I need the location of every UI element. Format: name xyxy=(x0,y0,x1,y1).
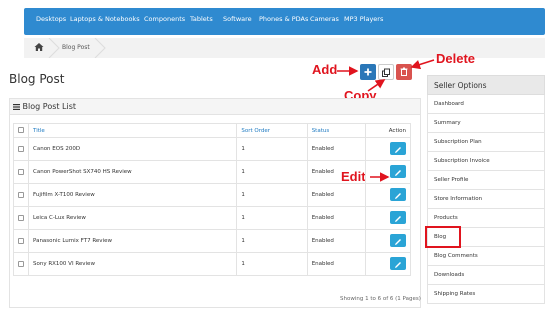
edit-button[interactable] xyxy=(390,210,406,224)
sidebar-item-subscription-invoice[interactable]: Subscription Invoice xyxy=(427,152,545,171)
row-checkbox[interactable] xyxy=(18,260,24,267)
pencil-icon xyxy=(395,215,401,222)
row-title: Sony RX100 VI Review xyxy=(27,252,238,276)
pencil-icon xyxy=(395,261,401,268)
row-select-cell xyxy=(13,206,29,230)
table-row: Fujifilm X-T100 Review 1 Enabled xyxy=(13,183,411,207)
row-checkbox[interactable] xyxy=(18,168,24,175)
sidebar-item-dashboard[interactable]: Dashboard xyxy=(427,95,545,114)
row-checkbox[interactable] xyxy=(18,237,24,244)
edit-button[interactable] xyxy=(390,141,406,155)
column-title[interactable]: Title xyxy=(27,123,238,138)
row-sort-order: 1 xyxy=(236,160,308,184)
row-sort-order: 1 xyxy=(236,229,308,253)
row-checkbox[interactable] xyxy=(18,214,24,221)
row-checkbox[interactable] xyxy=(18,145,24,152)
row-select-cell xyxy=(13,137,29,161)
sidebar-item-shipping-rates[interactable]: Shipping Rates xyxy=(427,285,545,304)
row-select-cell xyxy=(13,252,29,276)
sidebar-item-summary[interactable]: Summary xyxy=(427,114,545,133)
row-action-cell xyxy=(365,137,411,161)
sidebar-item-blog-comments[interactable]: Blog Comments xyxy=(427,247,545,266)
select-all-checkbox[interactable] xyxy=(18,127,24,134)
table-row: Leica C-Lux Review 1 Enabled xyxy=(13,206,411,230)
pencil-icon xyxy=(395,169,401,176)
edit-button[interactable] xyxy=(390,256,406,270)
row-action-cell xyxy=(365,206,411,230)
column-sort-order[interactable]: Sort Order xyxy=(236,123,308,138)
pencil-icon xyxy=(395,238,401,245)
row-select-cell xyxy=(13,183,29,207)
row-action-cell xyxy=(365,183,411,207)
column-status[interactable]: Status xyxy=(306,123,367,138)
row-title: Canon PowerShot SX740 HS Review xyxy=(27,160,238,184)
select-all-cell xyxy=(13,123,29,138)
sidebar-item-blog[interactable]: Blog xyxy=(425,226,545,248)
pagination-text: Showing 1 to 6 of 6 (1 Pages) xyxy=(340,296,421,302)
row-title: Canon EOS 200D xyxy=(27,137,238,161)
list-icon xyxy=(13,103,20,110)
row-title: Panasonic Lumix FT7 Review xyxy=(27,229,238,253)
seller-options-sidebar: Seller Options Dashboard Summary Subscri… xyxy=(425,75,545,304)
row-action-cell xyxy=(365,160,411,184)
row-select-cell xyxy=(13,160,29,184)
row-title: Leica C-Lux Review xyxy=(27,206,238,230)
table-row: Canon PowerShot SX740 HS Review 1 Enable… xyxy=(13,160,411,184)
row-sort-order: 1 xyxy=(236,252,308,276)
table-header-row: Title Sort Order Status Action xyxy=(13,123,411,138)
row-action-cell xyxy=(365,252,411,276)
pencil-icon xyxy=(395,146,401,153)
panel-title: Blog Post List xyxy=(13,102,76,111)
blog-post-table: Title Sort Order Status Action Canon EOS… xyxy=(13,123,411,276)
edit-button[interactable] xyxy=(390,164,406,178)
row-status: Enabled xyxy=(306,252,367,276)
column-action: Action xyxy=(365,123,411,138)
blog-highlight-box xyxy=(425,226,461,248)
row-status: Enabled xyxy=(306,137,367,161)
row-select-cell xyxy=(13,229,29,253)
edit-button[interactable] xyxy=(390,187,406,201)
row-status: Enabled xyxy=(306,160,367,184)
row-status: Enabled xyxy=(306,183,367,207)
sidebar-item-downloads[interactable]: Downloads xyxy=(427,266,545,285)
add-annotation: Add xyxy=(312,62,338,77)
row-sort-order: 1 xyxy=(236,206,308,230)
row-action-cell xyxy=(365,229,411,253)
row-sort-order: 1 xyxy=(236,137,308,161)
delete-annotation: Delete xyxy=(436,51,476,66)
row-title: Fujifilm X-T100 Review xyxy=(27,183,238,207)
row-status: Enabled xyxy=(306,206,367,230)
panel-header: Blog Post List xyxy=(10,99,420,115)
table-row: Panasonic Lumix FT7 Review 1 Enabled xyxy=(13,229,411,253)
sidebar-item-store-information[interactable]: Store Information xyxy=(427,190,545,209)
sidebar-item-subscription-plan[interactable]: Subscription Plan xyxy=(427,133,545,152)
sidebar-title: Seller Options xyxy=(427,75,545,95)
edit-button[interactable] xyxy=(390,233,406,247)
row-sort-order: 1 xyxy=(236,183,308,207)
table-row: Sony RX100 VI Review 1 Enabled xyxy=(13,252,411,276)
pencil-icon xyxy=(395,192,401,199)
row-checkbox[interactable] xyxy=(18,191,24,198)
delete-arrow xyxy=(410,59,435,70)
row-status: Enabled xyxy=(306,229,367,253)
table-row: Canon EOS 200D 1 Enabled xyxy=(13,137,411,161)
sidebar-item-seller-profile[interactable]: Seller Profile xyxy=(427,171,545,190)
